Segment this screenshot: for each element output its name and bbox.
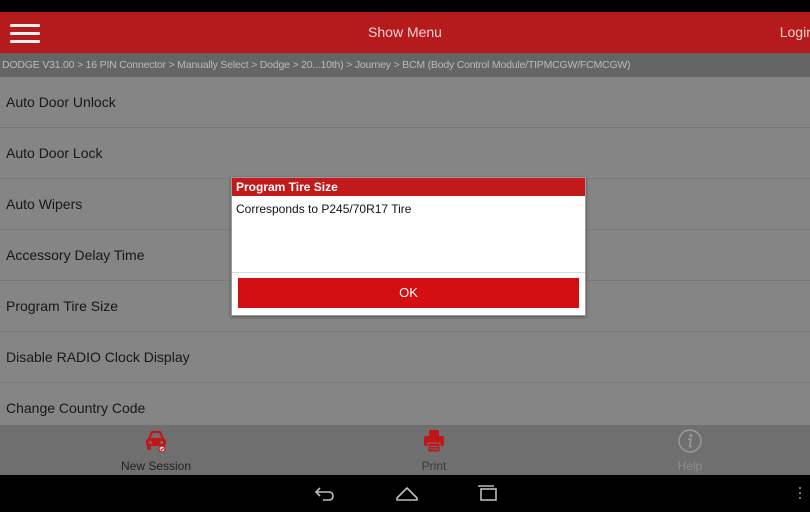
- bottom-toolbar: New Session Print Help: [0, 425, 810, 475]
- home-icon[interactable]: [395, 483, 419, 503]
- print-label: Print: [421, 459, 447, 473]
- overflow-menu-icon[interactable]: [799, 487, 802, 499]
- login-link[interactable]: Login: [780, 24, 810, 40]
- dialog-message: Corresponds to P245/70R17 Tire: [232, 196, 585, 273]
- info-icon: [678, 429, 702, 453]
- android-nav-bar: [0, 475, 810, 512]
- dialog-title: Program Tire Size: [232, 178, 585, 196]
- ok-button[interactable]: OK: [238, 278, 579, 308]
- header-title[interactable]: Show Menu: [0, 24, 810, 40]
- car-icon: [146, 430, 166, 453]
- printer-icon: [424, 430, 444, 453]
- help-label: Help: [677, 459, 703, 473]
- app-header: Show Menu Login: [0, 12, 810, 53]
- print-button[interactable]: Print: [334, 425, 534, 475]
- help-button[interactable]: Help: [590, 425, 790, 475]
- new-session-button[interactable]: New Session: [56, 425, 256, 475]
- back-arrow-icon[interactable]: [314, 483, 336, 503]
- new-session-label: New Session: [120, 459, 192, 473]
- status-bar: [0, 0, 810, 12]
- program-tire-size-dialog: Program Tire Size Corresponds to P245/70…: [231, 177, 586, 316]
- recent-apps-icon[interactable]: [476, 483, 500, 503]
